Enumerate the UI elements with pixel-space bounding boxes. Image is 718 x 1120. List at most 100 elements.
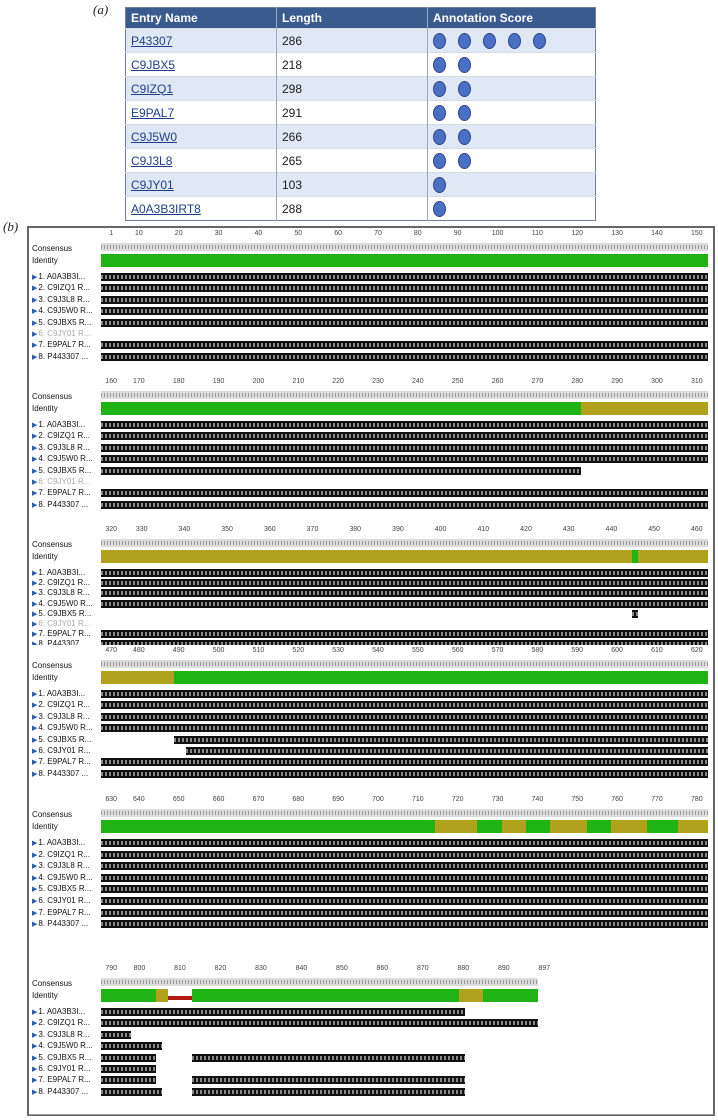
- sequence-row-label[interactable]: ▶6. C9JY01 R...: [32, 1064, 100, 1073]
- sequence-row-label[interactable]: ▶1. A0A3B3I...: [32, 1007, 100, 1016]
- expand-arrow-icon[interactable]: ▶: [32, 308, 37, 315]
- column-header-annotation-score[interactable]: Annotation Score: [427, 7, 596, 29]
- expand-arrow-icon[interactable]: ▶: [32, 490, 37, 497]
- sequence-row-label[interactable]: ▶7. E9PAL7 R...: [32, 629, 100, 638]
- sequence-row-label[interactable]: ▶1. A0A3B3I...: [32, 838, 100, 847]
- sequence-row-label[interactable]: ▶2. C9IZQ1 R...: [32, 431, 100, 440]
- column-header-entry-name[interactable]: Entry Name: [125, 7, 277, 29]
- expand-arrow-icon[interactable]: ▶: [32, 898, 37, 905]
- expand-arrow-icon[interactable]: ▶: [32, 886, 37, 893]
- entry-link[interactable]: C9JBX5: [131, 58, 175, 72]
- sequence-row-label[interactable]: ▶1. A0A3B3I...: [32, 568, 100, 577]
- sequence-row-label[interactable]: ▶2. C9IZQ1 R...: [32, 283, 100, 292]
- expand-arrow-icon[interactable]: ▶: [32, 354, 37, 361]
- expand-arrow-icon[interactable]: ▶: [32, 1020, 37, 1027]
- sequence-row-label[interactable]: ▶6. C9JY01 R...: [32, 329, 100, 338]
- entry-link[interactable]: C9J3L8: [131, 154, 172, 168]
- expand-arrow-icon[interactable]: ▶: [32, 274, 37, 281]
- expand-arrow-icon[interactable]: ▶: [32, 456, 37, 463]
- sequence-row-label[interactable]: ▶4. C9J5W0 R...: [32, 454, 100, 463]
- sequence-row-label[interactable]: ▶2. C9IZQ1 R...: [32, 1018, 100, 1027]
- sequence-row-label[interactable]: ▶6. C9JY01 R...: [32, 619, 100, 628]
- entry-link[interactable]: C9J5W0: [131, 130, 177, 144]
- entry-link[interactable]: E9PAL7: [131, 106, 174, 120]
- entry-link[interactable]: P43307: [131, 34, 172, 48]
- sequence-row-label[interactable]: ▶5. C9JBX5 R...: [32, 884, 100, 893]
- expand-arrow-icon[interactable]: ▶: [32, 771, 37, 778]
- expand-arrow-icon[interactable]: ▶: [32, 331, 37, 338]
- expand-arrow-icon[interactable]: ▶: [32, 863, 37, 870]
- expand-arrow-icon[interactable]: ▶: [32, 297, 37, 304]
- expand-arrow-icon[interactable]: ▶: [32, 285, 37, 292]
- expand-arrow-icon[interactable]: ▶: [32, 320, 37, 327]
- column-header-length[interactable]: Length: [276, 7, 428, 29]
- expand-arrow-icon[interactable]: ▶: [32, 921, 37, 928]
- sequence-row-label[interactable]: ▶7. E9PAL7 R...: [32, 340, 100, 349]
- sequence-row-label[interactable]: ▶1. A0A3B3I...: [32, 689, 100, 698]
- sequence-row-label[interactable]: ▶7. E9PAL7 R...: [32, 757, 100, 766]
- expand-arrow-icon[interactable]: ▶: [32, 570, 37, 577]
- sequence-row-label[interactable]: ▶5. C9JBX5 R...: [32, 735, 100, 744]
- expand-arrow-icon[interactable]: ▶: [32, 479, 37, 486]
- expand-arrow-icon[interactable]: ▶: [32, 910, 37, 917]
- sequence-row-label[interactable]: ▶8. P443307 ...: [32, 919, 100, 928]
- sequence-row-label[interactable]: ▶4. C9J5W0 R...: [32, 723, 100, 732]
- sequence-row-label[interactable]: ▶7. E9PAL7 R...: [32, 1075, 100, 1084]
- sequence-row-label[interactable]: ▶1. A0A3B3I...: [32, 272, 100, 281]
- expand-arrow-icon[interactable]: ▶: [32, 748, 37, 755]
- expand-arrow-icon[interactable]: ▶: [32, 1055, 37, 1062]
- sequence-row-label[interactable]: ▶8. P443307 ...: [32, 500, 100, 509]
- expand-arrow-icon[interactable]: ▶: [32, 691, 37, 698]
- sequence-row-label[interactable]: ▶1. A0A3B3I...: [32, 420, 100, 429]
- expand-arrow-icon[interactable]: ▶: [32, 601, 37, 608]
- expand-arrow-icon[interactable]: ▶: [32, 422, 37, 429]
- sequence-row-label[interactable]: ▶6. C9JY01 R...: [32, 896, 100, 905]
- expand-arrow-icon[interactable]: ▶: [32, 590, 37, 597]
- expand-arrow-icon[interactable]: ▶: [32, 1077, 37, 1084]
- sequence-row-label[interactable]: ▶5. C9JBX5 R...: [32, 1053, 100, 1062]
- expand-arrow-icon[interactable]: ▶: [32, 342, 37, 349]
- expand-arrow-icon[interactable]: ▶: [32, 433, 37, 440]
- expand-arrow-icon[interactable]: ▶: [32, 1032, 37, 1039]
- sequence-row-label[interactable]: ▶4. C9J5W0 R...: [32, 1041, 100, 1050]
- expand-arrow-icon[interactable]: ▶: [32, 840, 37, 847]
- expand-arrow-icon[interactable]: ▶: [32, 502, 37, 509]
- expand-arrow-icon[interactable]: ▶: [32, 725, 37, 732]
- sequence-row-label[interactable]: ▶5. C9JBX5 R...: [32, 466, 100, 475]
- expand-arrow-icon[interactable]: ▶: [32, 1066, 37, 1073]
- sequence-row-label[interactable]: ▶7. E9PAL7 R...: [32, 908, 100, 917]
- sequence-row-label[interactable]: ▶4. C9J5W0 R...: [32, 873, 100, 882]
- sequence-row-label[interactable]: ▶3. C9J3L8 R...: [32, 443, 100, 452]
- sequence-row-label[interactable]: ▶6. C9JY01 R...: [32, 477, 100, 486]
- sequence-row-label[interactable]: ▶3. C9J3L8 R...: [32, 712, 100, 721]
- entry-link[interactable]: C9JY01: [131, 178, 174, 192]
- expand-arrow-icon[interactable]: ▶: [32, 759, 37, 766]
- expand-arrow-icon[interactable]: ▶: [32, 714, 37, 721]
- expand-arrow-icon[interactable]: ▶: [32, 1043, 37, 1050]
- sequence-row-label[interactable]: ▶2. C9IZQ1 R...: [32, 700, 100, 709]
- sequence-row-label[interactable]: ▶8. P443307 ...: [32, 352, 100, 361]
- sequence-row-label[interactable]: ▶6. C9JY01 R...: [32, 746, 100, 755]
- expand-arrow-icon[interactable]: ▶: [32, 1009, 37, 1016]
- expand-arrow-icon[interactable]: ▶: [32, 580, 37, 587]
- expand-arrow-icon[interactable]: ▶: [32, 445, 37, 452]
- sequence-row-label[interactable]: ▶4. C9J5W0 R...: [32, 306, 100, 315]
- sequence-row-label[interactable]: ▶3. C9J3L8 R...: [32, 861, 100, 870]
- expand-arrow-icon[interactable]: ▶: [32, 631, 37, 638]
- expand-arrow-icon[interactable]: ▶: [32, 468, 37, 475]
- entry-link[interactable]: C9IZQ1: [131, 82, 173, 96]
- sequence-row-label[interactable]: ▶2. C9IZQ1 R...: [32, 578, 100, 587]
- expand-arrow-icon[interactable]: ▶: [32, 852, 37, 859]
- expand-arrow-icon[interactable]: ▶: [32, 621, 37, 628]
- expand-arrow-icon[interactable]: ▶: [32, 875, 37, 882]
- expand-arrow-icon[interactable]: ▶: [32, 611, 37, 618]
- sequence-row-label[interactable]: ▶4. C9J5W0 R...: [32, 599, 100, 608]
- expand-arrow-icon[interactable]: ▶: [32, 1089, 37, 1096]
- sequence-row-label[interactable]: ▶7. E9PAL7 R...: [32, 488, 100, 497]
- sequence-row-label[interactable]: ▶5. C9JBX5 R...: [32, 609, 100, 618]
- sequence-row-label[interactable]: ▶8. P443307 ...: [32, 1087, 100, 1096]
- expand-arrow-icon[interactable]: ▶: [32, 737, 37, 744]
- sequence-row-label[interactable]: ▶3. C9J3L8 R...: [32, 295, 100, 304]
- sequence-row-label[interactable]: ▶3. C9J3L8 R...: [32, 1030, 100, 1039]
- sequence-row-label[interactable]: ▶8. P443307 ...: [32, 769, 100, 778]
